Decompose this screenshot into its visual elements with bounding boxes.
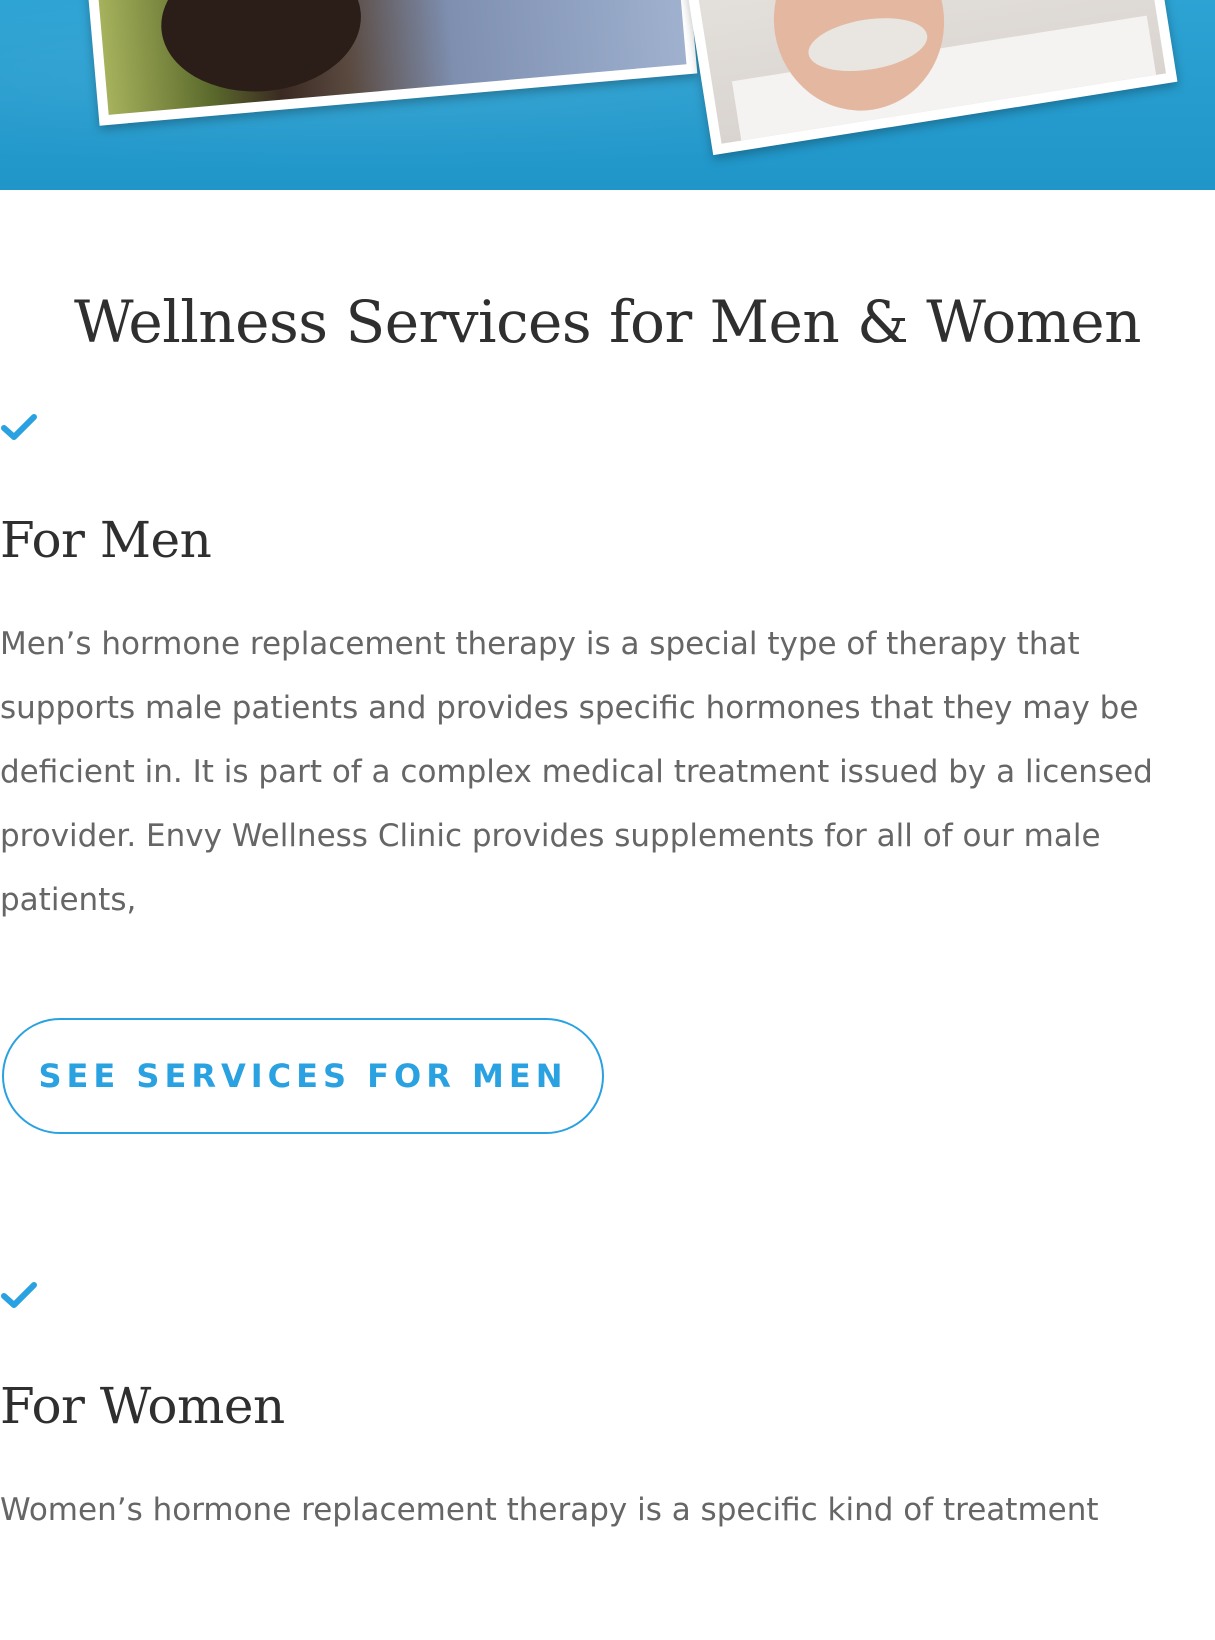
hero-banner <box>0 0 1215 190</box>
photo-card-man <box>672 0 1178 156</box>
description-line: Men’s hormone replacement therapy is a s… <box>0 626 1080 662</box>
description-line: Women’s hormone replacement therapy is a… <box>0 1492 1099 1528</box>
check-icon <box>1 414 37 440</box>
man-photo <box>682 0 1167 144</box>
page-title: Wellness Services for Men & Women <box>74 288 1141 356</box>
for-women-title: For Women <box>0 1377 285 1435</box>
for-men-title: For Men <box>0 511 212 569</box>
for-women-description: Women’s hormone replacement therapy is a… <box>0 1478 1215 1542</box>
photo-card-women <box>78 0 698 126</box>
description-line: patients, <box>0 882 137 918</box>
women-photo <box>88 0 687 115</box>
check-icon <box>1 1282 37 1308</box>
description-line: deficient in. It is part of a complex me… <box>0 754 1153 790</box>
description-line: supports male patients and provides spec… <box>0 690 1139 726</box>
for-men-description: Men’s hormone replacement therapy is a s… <box>0 612 1215 932</box>
description-line: provider. Envy Wellness Clinic provides … <box>0 818 1101 854</box>
see-services-for-men-button[interactable]: SEE SERVICES FOR MEN <box>2 1018 604 1134</box>
